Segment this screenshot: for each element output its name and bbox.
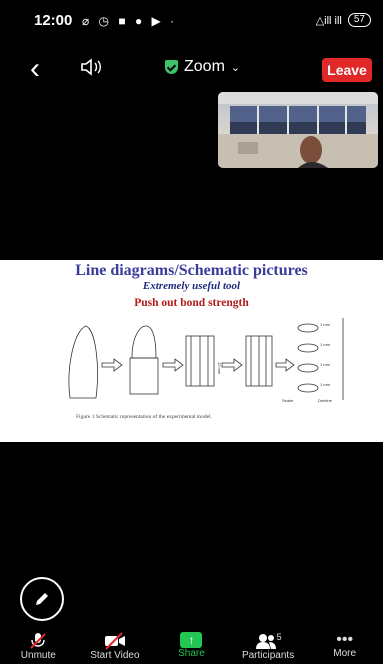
tooth-outline bbox=[68, 325, 98, 399]
slide-title: Line diagrams/Schematic pictures bbox=[75, 262, 308, 279]
slide-heading: Push out bond strength bbox=[134, 297, 249, 309]
mm-label: 1 mm bbox=[320, 322, 331, 327]
back-button[interactable]: ‹ bbox=[30, 54, 40, 84]
video-background bbox=[218, 92, 378, 168]
share-label: Share bbox=[178, 648, 205, 659]
arrow-3 bbox=[221, 358, 243, 372]
meeting-title: Zoom bbox=[184, 58, 225, 75]
start-video-button[interactable]: Start Video bbox=[77, 632, 154, 664]
mm-label: 1 mm bbox=[320, 342, 331, 347]
signal-icon: △ill ill bbox=[315, 14, 342, 27]
participants-icon bbox=[255, 634, 276, 649]
more-icon: ••• bbox=[336, 631, 354, 648]
chevron-down-icon: ⌄ bbox=[230, 61, 241, 74]
video-off-icon bbox=[104, 632, 125, 650]
shield-icon bbox=[165, 60, 178, 74]
self-video-tile[interactable] bbox=[218, 92, 378, 168]
dentine-label: Dentine bbox=[318, 398, 333, 403]
participants-count: 5 bbox=[276, 632, 282, 642]
more-label: More bbox=[333, 648, 357, 659]
figure-caption: Figure 1 Schematic representation of the… bbox=[76, 414, 212, 420]
status-time: 12:00 bbox=[34, 12, 73, 29]
participants-button[interactable]: 5 Participants bbox=[230, 632, 307, 664]
leave-button[interactable]: Leave bbox=[322, 58, 372, 82]
dim-label: 12 mm bbox=[217, 362, 222, 375]
mm-label: 1 mm bbox=[320, 362, 331, 367]
arrow-4 bbox=[275, 358, 295, 372]
annotate-button[interactable] bbox=[20, 577, 64, 621]
more-button[interactable]: ••• More bbox=[306, 632, 383, 664]
start-video-label: Start Video bbox=[90, 650, 140, 661]
sealer-label: Sealer bbox=[282, 398, 294, 403]
battery-icon: 57 bbox=[347, 13, 371, 27]
share-icon: ↑ bbox=[180, 632, 203, 648]
mm-label: 1 mm bbox=[320, 382, 331, 387]
speaker-icon[interactable] bbox=[80, 58, 104, 81]
meeting-title-dropdown[interactable]: Zoom ⌄ bbox=[165, 58, 240, 76]
schematic-diagram: 12 mm 1 mm 1 mm 1 mm 1 mm Sealer Dentine bbox=[68, 318, 344, 403]
unmute-button[interactable]: Unmute bbox=[0, 632, 77, 664]
share-button[interactable]: ↑ Share bbox=[153, 632, 230, 664]
pencil-icon bbox=[36, 593, 48, 605]
participants-label: Participants bbox=[241, 650, 295, 661]
arrow-1 bbox=[101, 358, 123, 372]
status-notification-icons: ⌀ ◷ ■ ● ▶ · bbox=[82, 14, 178, 28]
meeting-toolbar: Unmute Start Video ↑ Share 5 Participant… bbox=[0, 632, 383, 664]
unmute-label: Unmute bbox=[20, 650, 56, 661]
slide-subtitle: Extremely useful tool bbox=[142, 280, 241, 292]
arrow-2 bbox=[162, 358, 184, 372]
status-right: △ill ill 57 bbox=[316, 13, 371, 27]
mic-muted-icon bbox=[30, 633, 47, 649]
